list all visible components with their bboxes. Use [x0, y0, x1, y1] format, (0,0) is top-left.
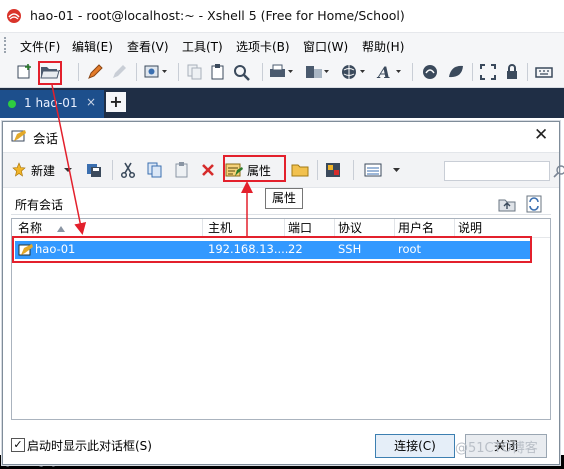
tab-close-icon[interactable]: × [86, 95, 96, 109]
xshell-app-icon [7, 9, 21, 23]
title-bar: hao-01 - root@localhost:~ - Xshell 5 (Fr… [0, 0, 564, 32]
font-icon[interactable]: A [376, 63, 404, 81]
menu-tools[interactable]: 工具(T) [182, 38, 223, 55]
column-header-protocol[interactable]: 协议 [334, 219, 395, 237]
save-icon[interactable] [85, 161, 103, 179]
print-icon[interactable] [268, 63, 296, 81]
lock-icon[interactable] [503, 63, 521, 81]
menu-tab[interactable]: 选项卡(B) [236, 38, 290, 55]
dialog-close-icon[interactable]: ✕ [534, 125, 548, 145]
menu-bar: 文件(F) 编辑(E) 查看(V) 工具(T) 选项卡(B) 窗口(W) 帮助(… [0, 32, 564, 57]
refresh-icon[interactable] [526, 195, 542, 213]
cut-icon[interactable] [119, 161, 137, 179]
globe-icon[interactable] [340, 63, 368, 81]
menu-help[interactable]: 帮助(H) [362, 38, 404, 55]
up-folder-icon[interactable] [498, 196, 516, 212]
session-search-input[interactable] [444, 161, 564, 181]
column-header-description[interactable]: 说明 [454, 219, 532, 237]
highlight-open-button [38, 61, 62, 85]
dialog-title: 会话 [33, 131, 59, 146]
menu-file[interactable]: 文件(F) [20, 38, 60, 55]
copy-icon[interactable] [186, 63, 204, 81]
copy-session-icon[interactable] [146, 161, 164, 179]
column-header-host[interactable]: 主机 [202, 219, 285, 237]
fullscreen-icon[interactable] [479, 63, 497, 81]
find-icon[interactable] [232, 63, 252, 81]
highlight-properties-button [223, 155, 286, 182]
view-options-icon[interactable] [363, 161, 403, 179]
paste-icon[interactable] [209, 63, 227, 81]
svg-text:A: A [376, 63, 390, 81]
xftp-icon[interactable] [420, 63, 440, 81]
window-title: hao-01 - root@localhost:~ - Xshell 5 (Fr… [30, 8, 405, 23]
menu-grip [4, 37, 10, 53]
folder-icon[interactable] [291, 161, 309, 179]
main-toolbar: A [0, 57, 564, 88]
new-label: 新建 [31, 163, 56, 178]
dialog-title-bar: 会话 ✕ [3, 122, 559, 150]
script-icon[interactable] [446, 63, 466, 81]
new-session-icon[interactable] [16, 63, 34, 81]
keyboard-icon[interactable] [534, 63, 554, 81]
add-tab-button[interactable]: + [106, 92, 126, 112]
menu-window[interactable]: 窗口(W) [303, 38, 348, 55]
sessions-icon [11, 130, 26, 142]
show-on-startup-label: 启动时显示此对话框(S) [27, 439, 152, 453]
delete-icon[interactable] [200, 161, 216, 179]
properties-tooltip: 属性 [265, 188, 304, 209]
menu-view[interactable]: 查看(V) [127, 38, 169, 55]
disconnect-icon[interactable] [110, 63, 128, 81]
watermark-text: @51CTO博客 [455, 441, 538, 456]
chevron-down-icon [64, 168, 73, 172]
tab-label: 1 hao-01 [24, 96, 78, 110]
show-on-startup-checkbox[interactable]: ✓ [11, 438, 25, 452]
paste-session-icon[interactable] [173, 161, 191, 179]
column-header-port[interactable]: 端口 [284, 219, 335, 237]
session-tab-strip: 1 hao-01 × + [0, 88, 564, 118]
new-session-button[interactable]: 新建 [11, 161, 75, 179]
all-sessions-label: 所有会话 [15, 198, 64, 212]
sort-ascending-icon [57, 226, 65, 232]
highlight-session-row [12, 236, 532, 263]
connected-status-icon [8, 100, 16, 108]
new-icon [12, 162, 26, 177]
transfer-icon[interactable] [304, 63, 332, 81]
import-export-icon[interactable] [324, 161, 344, 179]
menu-edit[interactable]: 编辑(E) [72, 38, 113, 55]
search-icon [553, 165, 564, 178]
column-header-name[interactable]: 名称 [12, 219, 203, 237]
tab-hao-01[interactable]: 1 hao-01 × [0, 90, 104, 118]
pen-icon[interactable] [86, 63, 104, 81]
settings-icon[interactable] [143, 63, 169, 81]
connect-button[interactable]: 连接(C) [375, 434, 455, 458]
column-header-username[interactable]: 用户名 [394, 219, 455, 237]
